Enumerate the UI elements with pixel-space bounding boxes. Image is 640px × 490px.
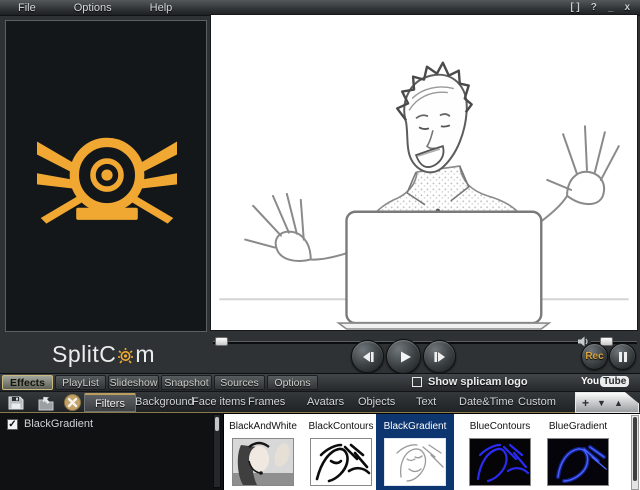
delete-x-icon (63, 394, 81, 411)
splitcam-wordmark: SplitC m (0, 336, 207, 372)
camera-preview-panel (5, 20, 207, 332)
delete-filter-button[interactable] (63, 394, 81, 411)
wordmark-cam-icon (118, 347, 134, 364)
wordmark-text-post: m (135, 340, 156, 367)
list-item-label: BlackGradient (24, 418, 94, 430)
step-forward-icon (433, 351, 445, 362)
checkbox-box[interactable] (412, 377, 422, 387)
filter-thumb-bluecontours[interactable]: BlueContours (461, 414, 539, 490)
filter-tab-custom[interactable]: Custom (518, 392, 556, 413)
menu-options[interactable]: Options (64, 2, 122, 14)
thumb-preview-image (232, 438, 294, 486)
play-button[interactable] (386, 339, 421, 374)
tab-slideshow[interactable]: Slideshow (108, 375, 159, 390)
youtube-text-you: You (581, 376, 600, 387)
filter-tab-filters[interactable]: Filters (84, 393, 136, 412)
load-folder-icon (38, 396, 54, 410)
thumb-preview-image (310, 438, 372, 486)
show-splitcam-logo-checkbox[interactable]: Show splicam logo (412, 376, 528, 388)
thumb-label: BlueGradient (548, 421, 608, 432)
filter-tab-avatars[interactable]: Avatars (307, 392, 344, 413)
move-up-button[interactable]: ▲ (614, 393, 623, 413)
gallery-scrollbar[interactable] (631, 415, 639, 490)
tab-snapshot[interactable]: Snapshot (161, 375, 212, 390)
tab-sources[interactable]: Sources (214, 375, 265, 390)
active-filters-list: ✓ BlackGradient (0, 413, 224, 490)
filter-thumb-blackcontours[interactable]: BlackContours (302, 414, 380, 490)
play-icon (400, 351, 411, 362)
filter-thumb-blackgradient-selected[interactable]: BlackGradient (376, 414, 454, 490)
thumb-preview-image (547, 438, 609, 486)
filter-tab-face-items[interactable]: Face items (192, 392, 246, 413)
thumb-label: BlackGradient (383, 421, 447, 432)
checkbox-checked[interactable]: ✓ (7, 418, 18, 430)
tab-effects[interactable]: Effects (2, 375, 53, 390)
record-button[interactable]: Rec (581, 343, 608, 370)
video-sketch-image (211, 15, 637, 330)
save-floppy-icon (8, 396, 24, 409)
filter-tab-datetime[interactable]: Date&Time (459, 392, 514, 413)
checkbox-label: Show splicam logo (428, 376, 528, 388)
menu-help[interactable]: Help (140, 2, 183, 14)
filter-thumb-bluegradient[interactable]: BlueGradient (539, 414, 617, 490)
step-back-icon (362, 351, 374, 362)
save-profile-button[interactable] (7, 394, 25, 411)
next-frame-button[interactable] (423, 340, 456, 373)
seek-slider-handle[interactable] (215, 337, 228, 346)
filter-tab-text[interactable]: Text (416, 392, 436, 413)
filter-gallery: BlackAndWhite BlackContours BlackGradien… (224, 413, 640, 490)
list-scrollbar[interactable] (213, 414, 221, 488)
add-tab-button[interactable]: + (582, 393, 589, 413)
filter-tab-background[interactable]: Background (135, 392, 194, 413)
menu-file[interactable]: File (8, 2, 46, 14)
splitcam-window: File Options Help [ ] ? _ x SplitC m Rec… (0, 0, 640, 490)
thumb-label: BlueContours (469, 421, 531, 432)
filter-thumb-blackandwhite[interactable]: BlackAndWhite (224, 414, 302, 490)
thumb-label: BlackContours (308, 421, 374, 432)
thumb-label: BlackAndWhite (229, 421, 297, 432)
list-scrollbar-thumb[interactable] (215, 417, 219, 431)
list-item-blackgradient[interactable]: ✓ BlackGradient (7, 418, 93, 430)
pause-button[interactable] (609, 343, 636, 370)
thumb-preview-image (469, 438, 531, 486)
pause-icon (618, 351, 627, 362)
thumb-preview-image (384, 438, 446, 486)
load-profile-button[interactable] (37, 394, 55, 411)
move-down-button[interactable]: ▼ (597, 393, 606, 413)
tab-options[interactable]: Options (267, 375, 318, 390)
filter-tab-frames[interactable]: Frames (248, 392, 285, 413)
previous-frame-button[interactable] (351, 340, 384, 373)
tab-playlist[interactable]: PlayList (55, 375, 106, 390)
filters-toolbar: Filters Background Face items Frames Ava… (0, 392, 640, 413)
filter-tab-objects[interactable]: Objects (358, 392, 395, 413)
wordmark-text-pre: SplitC (51, 340, 117, 367)
youtube-text-tube: Tube (600, 376, 630, 387)
video-preview (210, 14, 638, 331)
gallery-scrollbar-thumb[interactable] (633, 417, 637, 481)
main-tab-bar: Effects PlayList Slideshow Snapshot Sour… (0, 373, 640, 392)
splitcam-webcam-logo-icon (37, 137, 177, 224)
record-label: Rec (585, 351, 604, 362)
youtube-badge[interactable]: You Tube (581, 376, 630, 387)
